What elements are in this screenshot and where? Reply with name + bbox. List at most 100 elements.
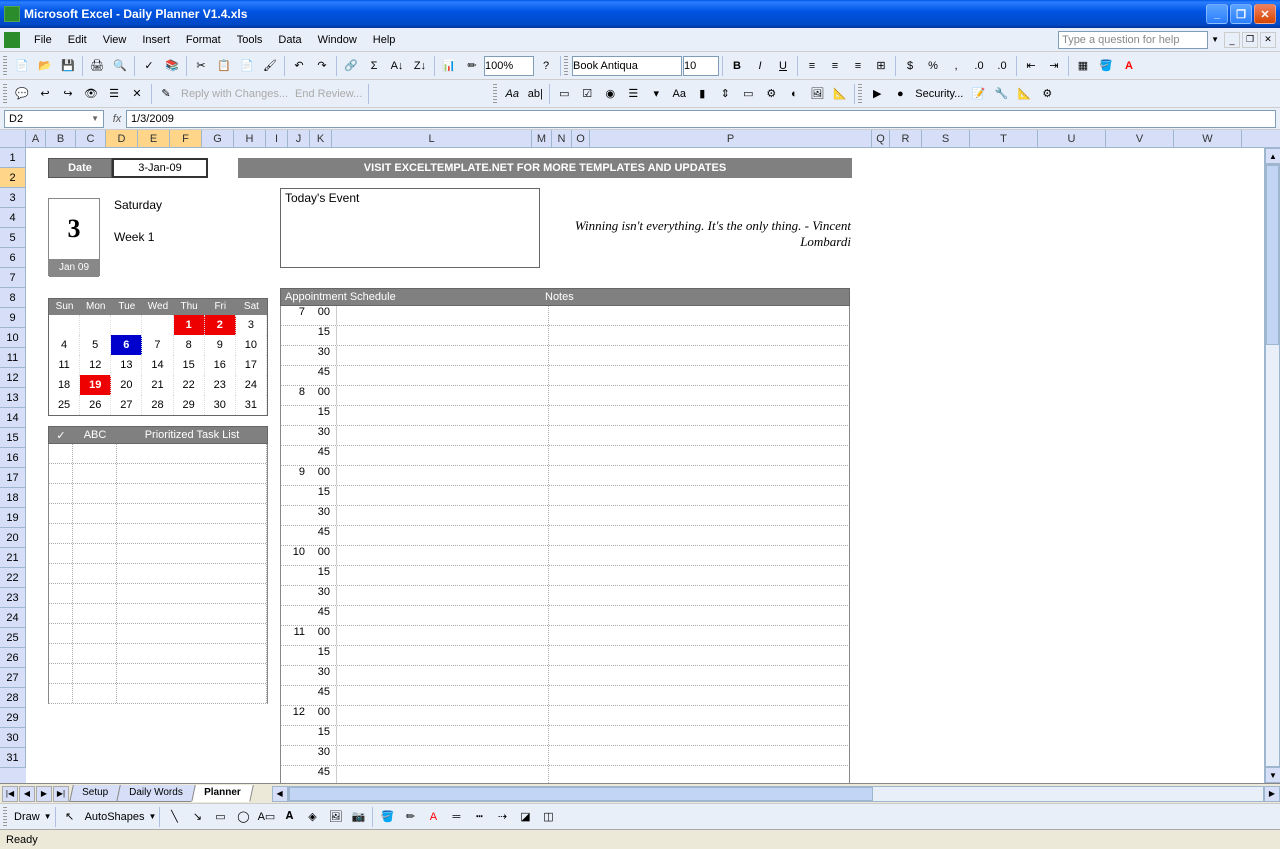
column-header[interactable]: S [922,130,970,147]
underline-icon[interactable]: U [772,55,794,77]
cal-day[interactable]: 5 [80,335,111,355]
cal-day[interactable]: 2 [205,315,236,335]
column-header[interactable]: W [1174,130,1242,147]
row-header[interactable]: 28 [0,688,26,708]
arrow-icon[interactable]: ↘ [186,806,208,828]
row-header[interactable]: 26 [0,648,26,668]
row-header[interactable]: 20 [0,528,26,548]
design-mode-icon[interactable]: 📐 [1013,83,1035,105]
toolbar-grip[interactable] [3,807,7,827]
3d-icon[interactable]: ◫ [537,806,559,828]
row-header[interactable]: 30 [0,728,26,748]
row-header[interactable]: 27 [0,668,26,688]
cal-day[interactable]: 26 [80,395,111,415]
font-color-icon[interactable]: A [1118,55,1140,77]
cal-day[interactable]: 22 [174,375,205,395]
cal-day[interactable]: 6 [111,335,142,355]
cal-day[interactable]: 24 [236,375,267,395]
shadow-icon[interactable]: ◪ [514,806,536,828]
cal-day[interactable]: 7 [142,335,173,355]
schedule-slot[interactable]: 30 [280,666,850,686]
task-row[interactable] [48,684,268,704]
font-color-icon[interactable]: A [422,806,444,828]
spinner-icon[interactable]: ⇕ [714,83,736,105]
row-header[interactable]: 8 [0,288,26,308]
fx-icon[interactable]: fx [108,113,126,125]
clipart-icon[interactable]: 🖼 [324,806,346,828]
align-right-icon[interactable]: ≡ [847,55,869,77]
row-header[interactable]: 17 [0,468,26,488]
task-row[interactable] [48,544,268,564]
schedule-slot[interactable]: 15 [280,406,850,426]
column-header[interactable]: N [552,130,572,147]
task-row[interactable] [48,464,268,484]
print-preview-icon[interactable]: 🔍 [109,55,131,77]
increase-indent-icon[interactable]: ⇥ [1043,55,1065,77]
row-header[interactable]: 25 [0,628,26,648]
vba-icon[interactable]: 📝 [967,83,989,105]
option-icon[interactable]: ◉ [599,83,621,105]
row-header[interactable]: 11 [0,348,26,368]
draw-menu[interactable]: Draw [11,811,43,823]
textbox-icon[interactable]: ab| [524,83,546,105]
menu-file[interactable]: File [26,31,60,49]
worksheet[interactable]: Date 3-Jan-09 VISIT EXCELTEMPLATE.NET FO… [26,148,1264,783]
fill-color-icon[interactable]: 🪣 [1095,55,1117,77]
cal-day[interactable]: 31 [236,395,267,415]
cal-day[interactable]: 21 [142,375,173,395]
name-box[interactable]: D2 ▼ [4,110,104,128]
dash-style-icon[interactable]: ┅ [468,806,490,828]
label-icon[interactable]: Aa [668,83,690,105]
row-header[interactable]: 3 [0,188,26,208]
cal-day[interactable] [142,315,173,335]
row-header[interactable]: 6 [0,248,26,268]
row-header[interactable]: 9 [0,308,26,328]
row-header[interactable]: 13 [0,388,26,408]
line-icon[interactable]: ╲ [163,806,185,828]
row-header[interactable]: 23 [0,588,26,608]
sort-desc-icon[interactable]: Z↓ [409,55,431,77]
doc-restore-button[interactable]: ❐ [1242,32,1258,48]
schedule-slot[interactable]: 15 [280,486,850,506]
reply-changes-button[interactable]: Reply with Changes... [178,88,291,100]
column-header[interactable]: C [76,130,106,147]
menu-data[interactable]: Data [270,31,309,49]
ink-icon[interactable]: ✎ [155,83,177,105]
decrease-indent-icon[interactable]: ⇤ [1020,55,1042,77]
cal-day[interactable]: 29 [174,395,205,415]
toolbar-grip[interactable] [493,84,497,104]
task-row[interactable] [48,644,268,664]
undo-icon[interactable]: ↶ [288,55,310,77]
toggle-icon[interactable]: ◐ [783,83,805,105]
schedule-slot[interactable]: 30 [280,746,850,766]
cal-day[interactable]: 8 [174,335,205,355]
scroll-right-icon[interactable]: ▶ [1264,786,1280,802]
wordart-icon[interactable]: 𝐀 [278,806,300,828]
menu-help[interactable]: Help [365,31,404,49]
line-color-icon[interactable]: ✏ [399,806,421,828]
row-header[interactable]: 22 [0,568,26,588]
picture-icon[interactable]: 📷 [347,806,369,828]
drawing-icon[interactable]: ✏ [461,55,483,77]
sheet-tab-daily-words[interactable]: Daily Words [116,785,195,802]
schedule-slot[interactable]: 700 [280,306,850,326]
image-icon[interactable]: 🖼 [806,83,828,105]
cal-day[interactable]: 30 [205,395,236,415]
help-search-input[interactable] [1058,31,1208,49]
italic-icon[interactable]: I [749,55,771,77]
menu-format[interactable]: Format [178,31,229,49]
currency-icon[interactable]: $ [899,55,921,77]
row-header[interactable]: 12 [0,368,26,388]
schedule-slot[interactable]: 1100 [280,626,850,646]
dropdown-icon[interactable]: ▼ [1211,35,1219,44]
security-button[interactable]: Security... [912,88,966,100]
cal-day[interactable]: 19 [80,375,111,395]
schedule-slot[interactable]: 45 [280,606,850,626]
oval-icon[interactable]: ◯ [232,806,254,828]
formula-input[interactable]: 1/3/2009 [126,110,1276,128]
column-header[interactable]: P [590,130,872,147]
prev-comment-icon[interactable]: ↩ [34,83,56,105]
schedule-slot[interactable]: 45 [280,526,850,546]
list-icon[interactable]: ☰ [622,83,644,105]
more-controls-icon[interactable]: ⚙ [760,83,782,105]
